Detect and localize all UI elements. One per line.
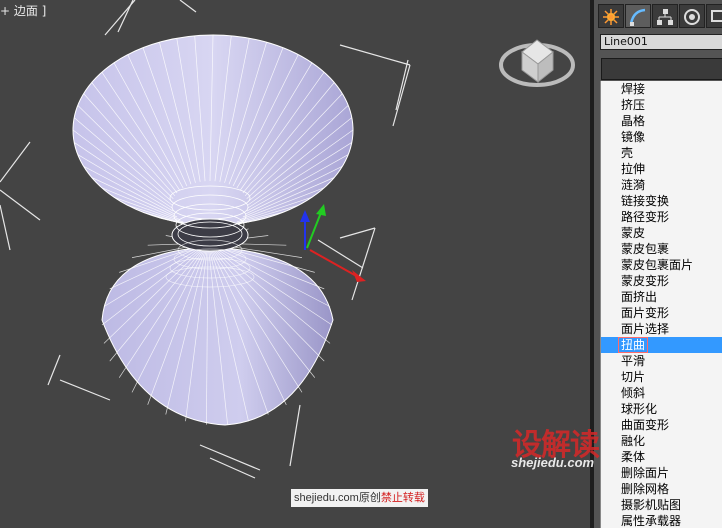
modifier-item[interactable]: 路径变形	[601, 209, 722, 225]
motion-tab[interactable]	[679, 4, 705, 28]
create-tab[interactable]	[598, 4, 624, 28]
gizmo-z-arrow	[300, 210, 310, 222]
modifier-item-label: 面挤出	[621, 290, 658, 304]
helper-line	[209, 457, 256, 479]
helper-line	[117, 0, 134, 33]
modifier-item-label: 曲面变形	[621, 418, 670, 432]
scene-canvas[interactable]	[0, 0, 590, 528]
modify-icon	[629, 8, 646, 26]
modifier-item-label: 平滑	[621, 354, 646, 368]
display-tab[interactable]	[706, 4, 722, 28]
create-icon	[603, 9, 619, 25]
hierarchy-tab[interactable]	[652, 4, 678, 28]
gizmo-x-axis	[309, 249, 361, 279]
modifier-item[interactable]: 柔体	[601, 449, 722, 465]
gizmo-x-arrow	[352, 270, 366, 282]
modifier-item[interactable]: 摄影机贴图	[601, 497, 722, 513]
modifier-item[interactable]: 融化	[601, 433, 722, 449]
modifier-item-label: 焊接	[621, 82, 646, 96]
modifier-item[interactable]: 面挤出	[601, 289, 722, 305]
modifier-item[interactable]: 曲面变形	[601, 417, 722, 433]
modifier-list-dropdown[interactable]	[601, 58, 722, 80]
modifier-item-label: 蒙皮包裹面片	[621, 258, 694, 272]
helper-line	[339, 227, 376, 239]
modifier-item-label: 面片变形	[621, 306, 670, 320]
modifier-item[interactable]: 焊接	[601, 81, 722, 97]
modifier-item-label: 镜像	[621, 130, 646, 144]
modifier-item-label: 融化	[621, 434, 646, 448]
modifier-item-label: 删除网格	[621, 482, 670, 496]
gizmo-y-axis	[306, 209, 323, 249]
credit-text: shejiedu.com原创	[294, 492, 381, 504]
modifier-item-label: 删除面片	[621, 466, 670, 480]
modifier-item[interactable]: 平滑	[601, 353, 722, 369]
modifier-item[interactable]: 挤压	[601, 97, 722, 113]
modifier-item[interactable]: 扭曲	[601, 337, 722, 353]
modifier-item[interactable]: 删除网格	[601, 481, 722, 497]
viewport-label[interactable]: + 边面 ]	[0, 2, 46, 19]
helper-line	[47, 354, 61, 386]
modifier-item-label: 面片选择	[621, 322, 670, 336]
modifier-item-label: 晶格	[621, 114, 646, 128]
modifier-list[interactable]: 焊接挤压晶格镜像壳拉伸涟漪链接变换路径变形蒙皮蒙皮包裹蒙皮包裹面片 蒙皮变形面挤出…	[600, 81, 722, 528]
helper-line	[0, 204, 11, 251]
modifier-item[interactable]: 面片选择	[601, 321, 722, 337]
modifier-item[interactable]: 蒙皮	[601, 225, 722, 241]
helper-line	[317, 239, 364, 269]
modifier-item-label: 链接变换	[621, 194, 670, 208]
helper-line	[339, 44, 411, 66]
modifier-item[interactable]: 链接变换	[601, 193, 722, 209]
modifier-item[interactable]: 镜像	[601, 129, 722, 145]
bottom-cone	[101, 246, 334, 426]
modifier-item-label: 蒙皮包裹	[621, 242, 670, 256]
helper-line	[59, 379, 111, 401]
modifier-item-label: 扭曲	[618, 337, 649, 353]
credit-warning: 禁止转载	[380, 492, 425, 504]
modifier-item[interactable]: 蒙皮包裹面片	[601, 257, 722, 273]
object-name-field[interactable]: Line001	[600, 34, 722, 50]
command-panel: Line001 焊接挤压晶格镜像壳拉伸涟漪链接变换路径变形蒙皮蒙皮包裹蒙皮包裹面…	[594, 0, 722, 528]
helper-line	[289, 404, 301, 467]
helper-line	[179, 0, 197, 13]
top-cone	[72, 34, 354, 226]
modifier-item[interactable]: 切片	[601, 369, 722, 385]
modify-tab[interactable]	[625, 4, 651, 28]
modifier-item[interactable]: 球形化	[601, 401, 722, 417]
modifier-item-label: 蒙皮变形	[621, 274, 670, 288]
helper-line	[392, 64, 411, 127]
modifier-item-label: 摄影机贴图	[621, 498, 682, 512]
hierarchy-icon	[657, 9, 673, 25]
modifier-item-label: 蒙皮	[621, 226, 646, 240]
modifier-item-label: 属性承载器	[621, 514, 682, 528]
modifier-item[interactable]: 壳	[601, 145, 722, 161]
helper-line	[0, 189, 41, 221]
helper-line	[0, 141, 31, 183]
modifier-item[interactable]: 删除面片	[601, 465, 722, 481]
modifier-item[interactable]: 晶格	[601, 113, 722, 129]
modifier-item[interactable]: 属性承载器	[601, 513, 722, 528]
modifier-item[interactable]: 蒙皮包裹	[601, 241, 722, 257]
modifier-item-label: 路径变形	[621, 210, 670, 224]
modifier-item[interactable]: 蒙皮变形	[601, 273, 722, 289]
display-icon	[711, 10, 722, 22]
modifier-item[interactable]: 涟漪	[601, 177, 722, 193]
modifier-item[interactable]: 面片变形	[601, 305, 722, 321]
perspective-viewport[interactable]: + 边面 ]	[0, 0, 590, 528]
modifier-item[interactable]: 拉伸	[601, 161, 722, 177]
modifier-item-label: 涟漪	[621, 178, 646, 192]
watermark-url: shejiedu.com	[511, 455, 595, 470]
credit-banner: shejiedu.com原创禁止转载	[291, 489, 428, 507]
gizmo-y-arrow	[316, 204, 326, 216]
motion-icon	[684, 9, 700, 25]
modifier-item-label: 挤压	[621, 98, 646, 112]
modifier-item-label: 壳	[621, 146, 634, 160]
modifier-item-label: 拉伸	[621, 162, 646, 176]
modifier-item-label: 倾斜	[621, 386, 646, 400]
modifier-item[interactable]: 倾斜	[601, 385, 722, 401]
modifier-item-label: 切片	[621, 370, 646, 384]
modifier-item-label: 球形化	[621, 402, 658, 416]
modifier-item-label: 柔体	[621, 450, 646, 464]
helper-line	[395, 59, 409, 111]
